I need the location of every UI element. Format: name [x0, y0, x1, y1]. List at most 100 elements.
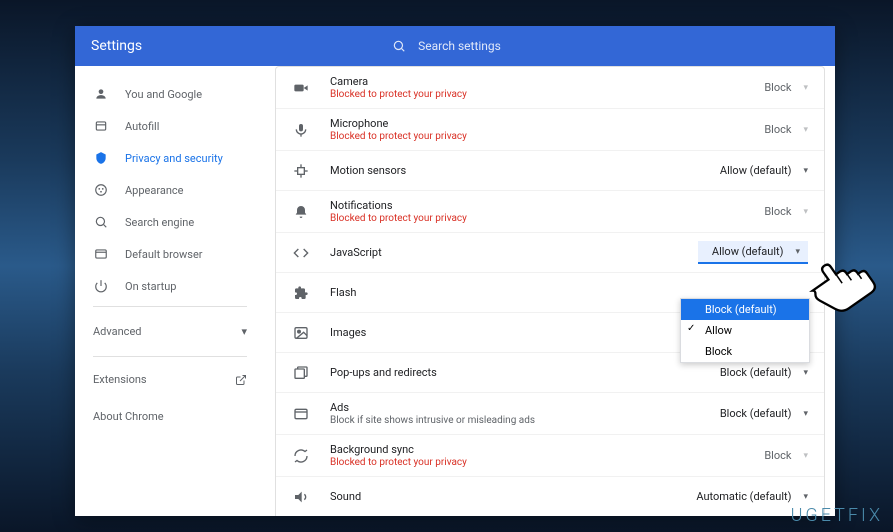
permission-row-motion[interactable]: Motion sensors Allow (default) ▾ — [276, 151, 824, 191]
settings-window: Settings Search settings You and Google … — [75, 26, 835, 516]
power-icon — [93, 278, 109, 294]
sidebar-item-privacy[interactable]: Privacy and security — [75, 142, 265, 174]
row-title: Sound — [330, 490, 696, 503]
row-title: Pop-ups and redirects — [330, 366, 698, 379]
row-text: Background sync Blocked to protect your … — [330, 443, 698, 468]
control-value: Automatic (default) — [696, 490, 791, 503]
dropdown-item-block-default[interactable]: Block (default) — [681, 299, 809, 320]
row-text: Sound — [330, 490, 696, 503]
dropdown-item-block[interactable]: Block — [681, 341, 809, 362]
chevron-down-icon: ▾ — [803, 368, 808, 378]
watermark: UGETFIX — [791, 505, 883, 526]
dropdown-item-label: Block (default) — [705, 303, 777, 316]
microphone-icon — [292, 121, 310, 139]
row-title: Flash — [330, 286, 698, 299]
row-control[interactable]: Automatic (default) ▾ — [696, 490, 808, 503]
sidebar-about[interactable]: About Chrome — [75, 398, 265, 435]
control-value: Block — [764, 449, 791, 462]
sound-icon — [292, 488, 310, 506]
search-engine-icon — [93, 214, 109, 230]
sidebar-item-label: Default browser — [125, 248, 203, 261]
watermark-text: UGETFIX — [791, 505, 883, 526]
row-control[interactable]: Block (default)▾ — [698, 407, 808, 420]
sidebar-item-on-startup[interactable]: On startup — [75, 270, 265, 302]
dropdown-item-label: Allow — [705, 324, 732, 337]
permission-row-microphone[interactable]: Microphone Blocked to protect your priva… — [276, 109, 824, 151]
row-text: Microphone Blocked to protect your priva… — [330, 117, 698, 142]
search-placeholder: Search settings — [418, 39, 501, 53]
permission-row-notifications[interactable]: Notifications Blocked to protect your pr… — [276, 191, 824, 233]
chevron-down-icon: ▾ — [803, 125, 808, 135]
permission-row-javascript[interactable]: JavaScript Allow (default)▾ — [276, 233, 824, 273]
control-value: Block (default) — [720, 366, 792, 379]
row-subtitle: Blocked to protect your privacy — [330, 131, 698, 142]
sidebar-item-appearance[interactable]: Appearance — [75, 174, 265, 206]
sidebar: You and Google Autofill Privacy and secu… — [75, 66, 265, 516]
person-icon — [93, 86, 109, 102]
row-control[interactable]: Block▾ — [698, 449, 808, 462]
permission-row-background-sync[interactable]: Background sync Blocked to protect your … — [276, 435, 824, 477]
row-subtitle: Blocked to protect your privacy — [330, 457, 698, 468]
row-control[interactable]: Block (default) ▾ — [698, 366, 808, 379]
row-title: Notifications — [330, 199, 698, 212]
chevron-down-icon: ▾ — [803, 492, 808, 502]
sidebar-separator — [93, 356, 247, 357]
row-control[interactable]: Allow (default) ▾ — [698, 164, 808, 177]
search-icon — [392, 39, 406, 53]
sidebar-item-label: You and Google — [125, 88, 202, 101]
control-value: Block — [764, 81, 791, 94]
control-value: Allow (default) — [720, 164, 792, 177]
row-title: Microphone — [330, 117, 698, 130]
browser-icon — [93, 246, 109, 262]
row-title: JavaScript — [330, 246, 698, 259]
motion-icon — [292, 162, 310, 180]
autofill-icon — [93, 118, 109, 134]
dropdown-item-allow[interactable]: ✓ Allow — [681, 320, 809, 341]
row-text: Motion sensors — [330, 164, 698, 177]
appearance-icon — [93, 182, 109, 198]
permission-row-sound[interactable]: Sound Automatic (default) ▾ — [276, 477, 824, 516]
row-text: Notifications Blocked to protect your pr… — [330, 199, 698, 224]
row-control[interactable]: Allow (default)▾ — [698, 241, 808, 264]
control-value: Allow (default) — [712, 245, 784, 258]
row-control[interactable]: Block▾ — [698, 205, 808, 218]
control-value: Block (default) — [720, 407, 792, 420]
sidebar-advanced[interactable]: Advanced ▾ — [75, 311, 265, 352]
pointing-hand-illustration — [800, 242, 877, 319]
sidebar-item-label: On startup — [125, 280, 176, 293]
bell-icon — [292, 203, 310, 221]
search-container[interactable]: Search settings — [392, 39, 501, 53]
sidebar-item-you-and-google[interactable]: You and Google — [75, 78, 265, 110]
chevron-down-icon: ▾ — [803, 207, 808, 217]
extensions-label: Extensions — [93, 373, 147, 386]
dropdown-item-label: Block — [705, 345, 732, 358]
row-title: Background sync — [330, 443, 698, 456]
chevron-down-icon: ▾ — [803, 166, 808, 176]
sidebar-item-autofill[interactable]: Autofill — [75, 110, 265, 142]
about-label: About Chrome — [93, 410, 164, 423]
sidebar-extensions[interactable]: Extensions — [75, 361, 265, 398]
ads-icon — [292, 405, 310, 423]
sidebar-item-search-engine[interactable]: Search engine — [75, 206, 265, 238]
row-title: Images — [330, 326, 698, 339]
sidebar-item-label: Search engine — [125, 216, 194, 229]
page-title: Settings — [91, 38, 142, 54]
sidebar-item-default-browser[interactable]: Default browser — [75, 238, 265, 270]
row-control[interactable]: Block ▾ — [698, 123, 808, 136]
chevron-down-icon: ▾ — [241, 325, 247, 338]
permission-row-ads[interactable]: Ads Block if site shows intrusive or mis… — [276, 393, 824, 435]
sidebar-item-label: Appearance — [125, 184, 184, 197]
row-text: Camera Blocked to protect your privacy — [330, 75, 698, 100]
row-control[interactable]: Block▾ — [698, 81, 808, 94]
puzzle-icon — [292, 284, 310, 302]
control-value: Block — [764, 123, 791, 136]
row-subtitle: Blocked to protect your privacy — [330, 89, 698, 100]
check-icon: ✓ — [687, 323, 695, 334]
body: You and Google Autofill Privacy and secu… — [75, 66, 835, 516]
sidebar-separator — [93, 306, 247, 307]
titlebar: Settings Search settings — [75, 26, 835, 66]
row-title: Motion sensors — [330, 164, 698, 177]
permission-row-camera[interactable]: Camera Blocked to protect your privacy B… — [276, 67, 824, 109]
row-subtitle: Block if site shows intrusive or mislead… — [330, 415, 698, 426]
sidebar-item-label: Autofill — [125, 120, 159, 133]
